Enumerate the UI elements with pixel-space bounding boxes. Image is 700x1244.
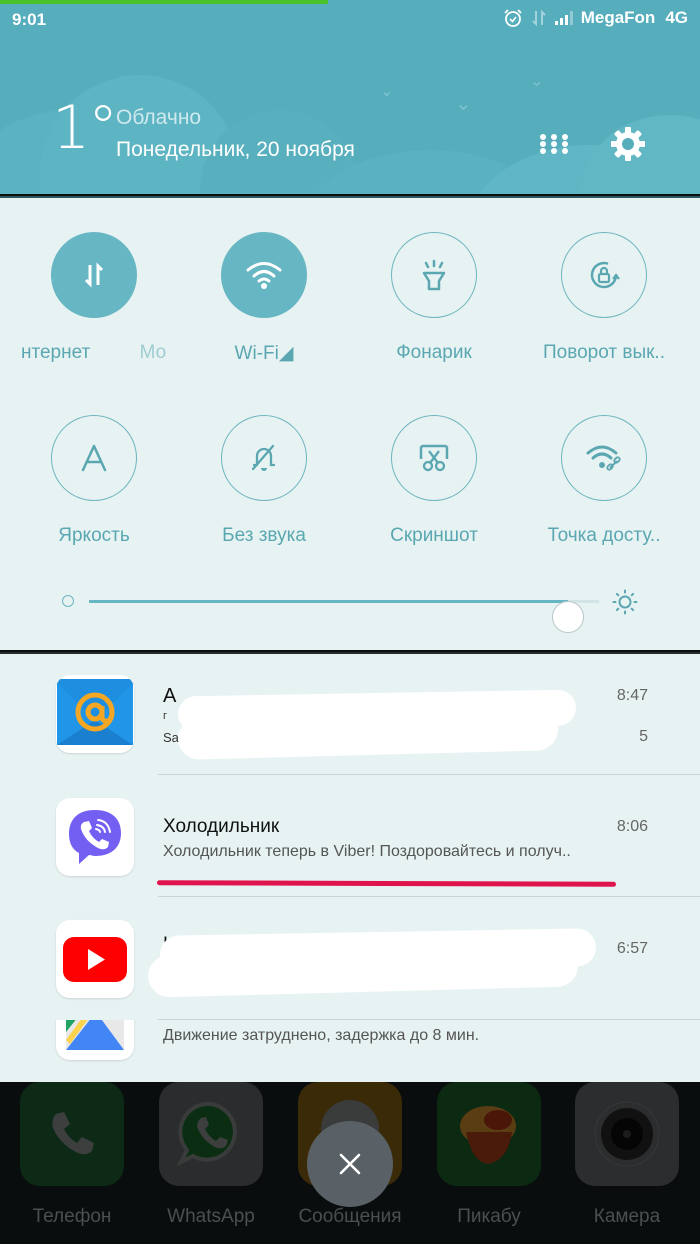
notification-time: 6:57 — [616, 940, 648, 957]
notification-title: Холодильник — [163, 816, 280, 837]
dock-app-label: Камера — [593, 1206, 661, 1227]
bird-icon: ⌄ — [530, 73, 544, 90]
pikabu-icon — [437, 1082, 541, 1186]
tile-label: Поворот вык.. — [543, 342, 665, 363]
network-type: 4G — [665, 8, 688, 27]
tile-button[interactable] — [561, 415, 647, 501]
dock-app-label: Сообщения — [298, 1206, 402, 1227]
tile-label: Без звука — [222, 525, 306, 546]
slider-fill — [89, 600, 569, 603]
tile-label: Фонарик — [396, 342, 472, 363]
notification-item[interactable]: А г Sa 8:47 5 — [0, 675, 700, 775]
brightness-high-icon — [612, 589, 638, 615]
dock-app-label: Пикабу — [457, 1206, 521, 1227]
flashlight-icon — [422, 259, 446, 291]
carrier-name: MegaFon — [580, 8, 656, 27]
gear-icon[interactable] — [610, 126, 646, 162]
weather-header: ⌄ ⌄ ⌄ 9:01 MegaFon 4G 1° Облачно Понедел… — [0, 0, 700, 194]
close-icon — [339, 1153, 361, 1175]
weather-condition[interactable]: Облачно — [116, 106, 201, 130]
notification-title: А — [163, 685, 177, 707]
maps-app-icon — [56, 1020, 134, 1060]
notification-divider — [158, 896, 700, 897]
notification-item[interactable]: Н 6:57 — [0, 920, 700, 1000]
bell-off-icon — [251, 444, 276, 471]
notification-time: 8:06 — [616, 818, 648, 835]
mail-app-icon — [56, 675, 134, 753]
status-icons: MegaFon 4G — [503, 8, 688, 28]
tile-button[interactable] — [51, 232, 137, 318]
hotspot-icon — [586, 445, 621, 471]
notification-text: Движение затруднено, задержка до 8 мин. — [163, 1027, 480, 1044]
alarm-icon — [504, 9, 522, 27]
tile-button[interactable] — [561, 232, 647, 318]
notification-text: г — [163, 710, 168, 722]
redaction-overlay — [177, 708, 559, 760]
more-icon[interactable] — [538, 133, 570, 155]
notification-time: 8:47 — [616, 687, 648, 704]
brightness-low-icon — [62, 595, 74, 607]
tile-label: нтернет — [21, 342, 91, 363]
tile-label: Яркость — [58, 525, 130, 546]
notification-item[interactable]: Движение затруднено, задержка до 8 мин. — [0, 1020, 700, 1080]
dock-app-phone[interactable]: Телефон — [20, 1082, 124, 1228]
data-arrows-icon — [531, 9, 546, 27]
notification-item[interactable]: Холодильник Холодильник теперь в Viber! … — [0, 798, 700, 878]
tile-flashlight[interactable]: Фонарик — [349, 232, 519, 364]
slider-track[interactable] — [89, 600, 599, 633]
notification-count: 5 — [639, 728, 648, 745]
mobile-data-icon — [84, 262, 104, 288]
tile-button[interactable] — [221, 415, 307, 501]
tile-mobile-data[interactable]: нтернет Мо — [9, 232, 179, 364]
tile-button[interactable] — [391, 415, 477, 501]
dock-app-label: WhatsApp — [167, 1206, 255, 1227]
dock-app-pikabu[interactable]: Пикабу — [437, 1082, 541, 1228]
bird-icon: ⌄ — [455, 93, 472, 115]
tile-wifi[interactable]: Wi-Fi◢ — [179, 232, 349, 365]
tile-button[interactable] — [221, 232, 307, 318]
tile-label: Wi-Fi◢ — [234, 343, 294, 364]
camera-icon — [575, 1082, 679, 1186]
tile-label: Скриншот — [390, 525, 478, 546]
whatsapp-icon — [159, 1082, 263, 1186]
bird-icon: ⌄ — [380, 83, 394, 100]
dock-app-camera[interactable]: Камера — [575, 1082, 679, 1228]
screenshot-icon — [419, 444, 449, 472]
auto-brightness-icon — [81, 444, 107, 472]
close-notifications-button[interactable] — [307, 1121, 393, 1207]
wifi-icon — [246, 262, 282, 289]
tile-silent[interactable]: Без звука — [179, 415, 349, 547]
status-time: 9:01 — [12, 10, 47, 29]
notification-text: Холодильник теперь в Viber! Поздоровайте… — [163, 843, 571, 860]
tile-label-partial: Мо — [139, 342, 167, 363]
tile-rotation-lock[interactable]: Поворот вык.. — [519, 232, 689, 364]
brightness-slider[interactable] — [60, 586, 650, 633]
weather-date[interactable]: Понедельник, 20 ноября — [116, 138, 355, 162]
loading-progress-bar — [0, 0, 328, 4]
notification-divider — [158, 774, 700, 775]
tile-button[interactable] — [51, 415, 137, 501]
temperature[interactable]: 1° — [52, 98, 118, 158]
signal-icon — [554, 11, 573, 25]
dock-app-whatsapp[interactable]: WhatsApp — [159, 1082, 263, 1228]
viber-app-icon — [56, 798, 134, 876]
notification-text: Sa — [163, 730, 179, 745]
tile-hotspot[interactable]: Точка досту.. — [519, 415, 689, 547]
rotation-lock-icon — [590, 261, 620, 289]
phone-icon — [20, 1082, 124, 1186]
dock-app-label: Телефон — [32, 1206, 112, 1227]
tile-screenshot[interactable]: Скриншот — [349, 415, 519, 547]
tile-label: Точка досту.. — [547, 525, 661, 546]
tile-button[interactable] — [391, 232, 477, 318]
youtube-app-icon — [56, 920, 134, 998]
tile-brightness[interactable]: Яркость — [9, 415, 179, 547]
